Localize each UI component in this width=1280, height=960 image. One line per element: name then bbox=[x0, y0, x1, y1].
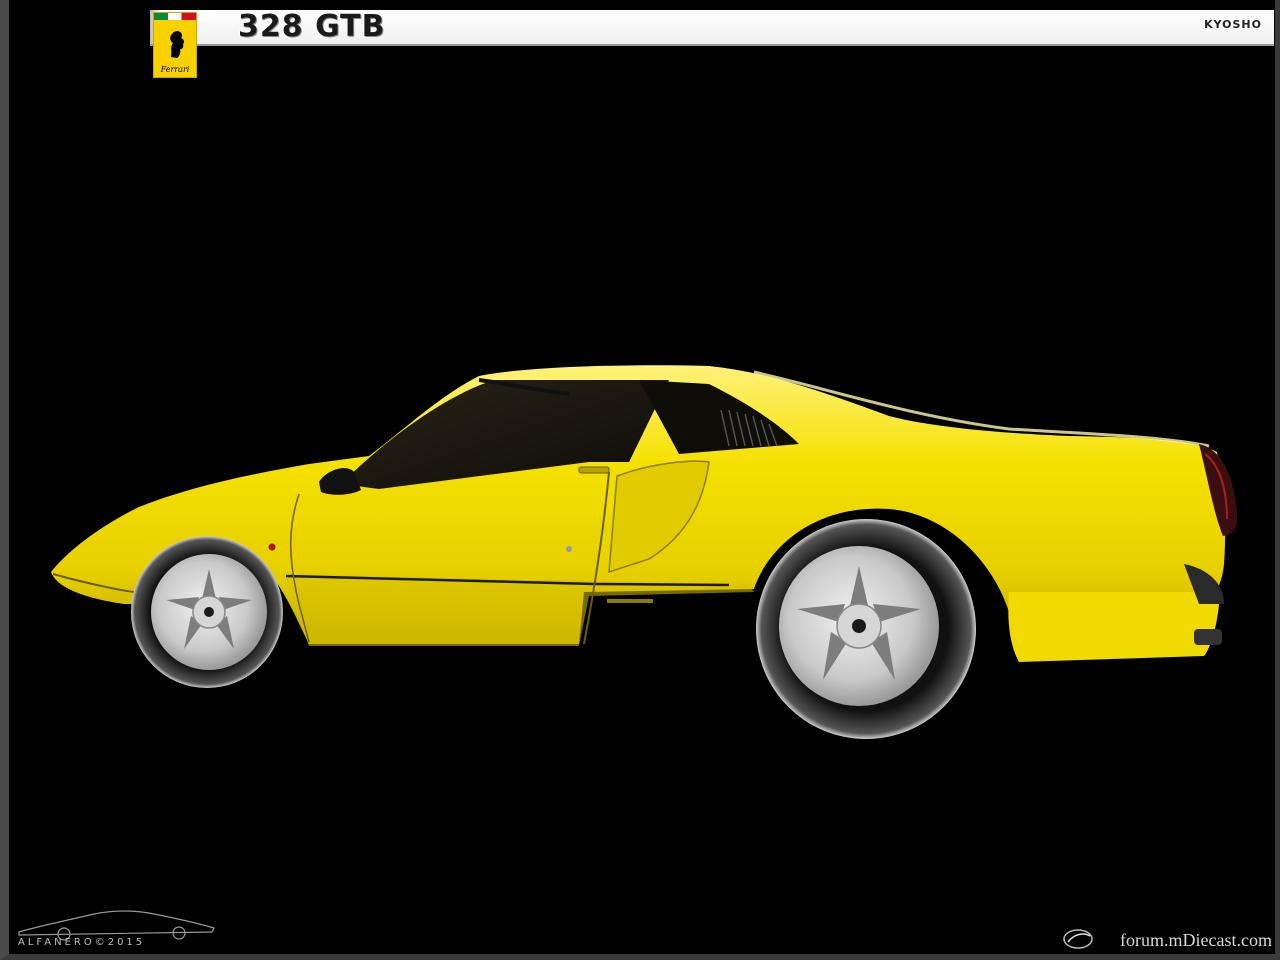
manufacturer-label: KYOSHO bbox=[1204, 18, 1262, 31]
prancing-horse-icon bbox=[170, 30, 185, 58]
ferrari-badge: Ferrari bbox=[153, 12, 197, 78]
model-title: 328 GTB bbox=[238, 9, 386, 44]
car-photo bbox=[51, 365, 1238, 739]
forum-logo-icon bbox=[1063, 929, 1093, 949]
forum-watermark[interactable]: forum.mDiecast.com bbox=[1120, 930, 1272, 951]
badge-brand-text: Ferrari bbox=[160, 65, 190, 74]
italian-flag-stripe bbox=[154, 13, 196, 20]
rear-wheel bbox=[756, 519, 976, 739]
signature-text: ALFANERO©2015 bbox=[18, 937, 146, 948]
front-wheel bbox=[131, 536, 283, 688]
